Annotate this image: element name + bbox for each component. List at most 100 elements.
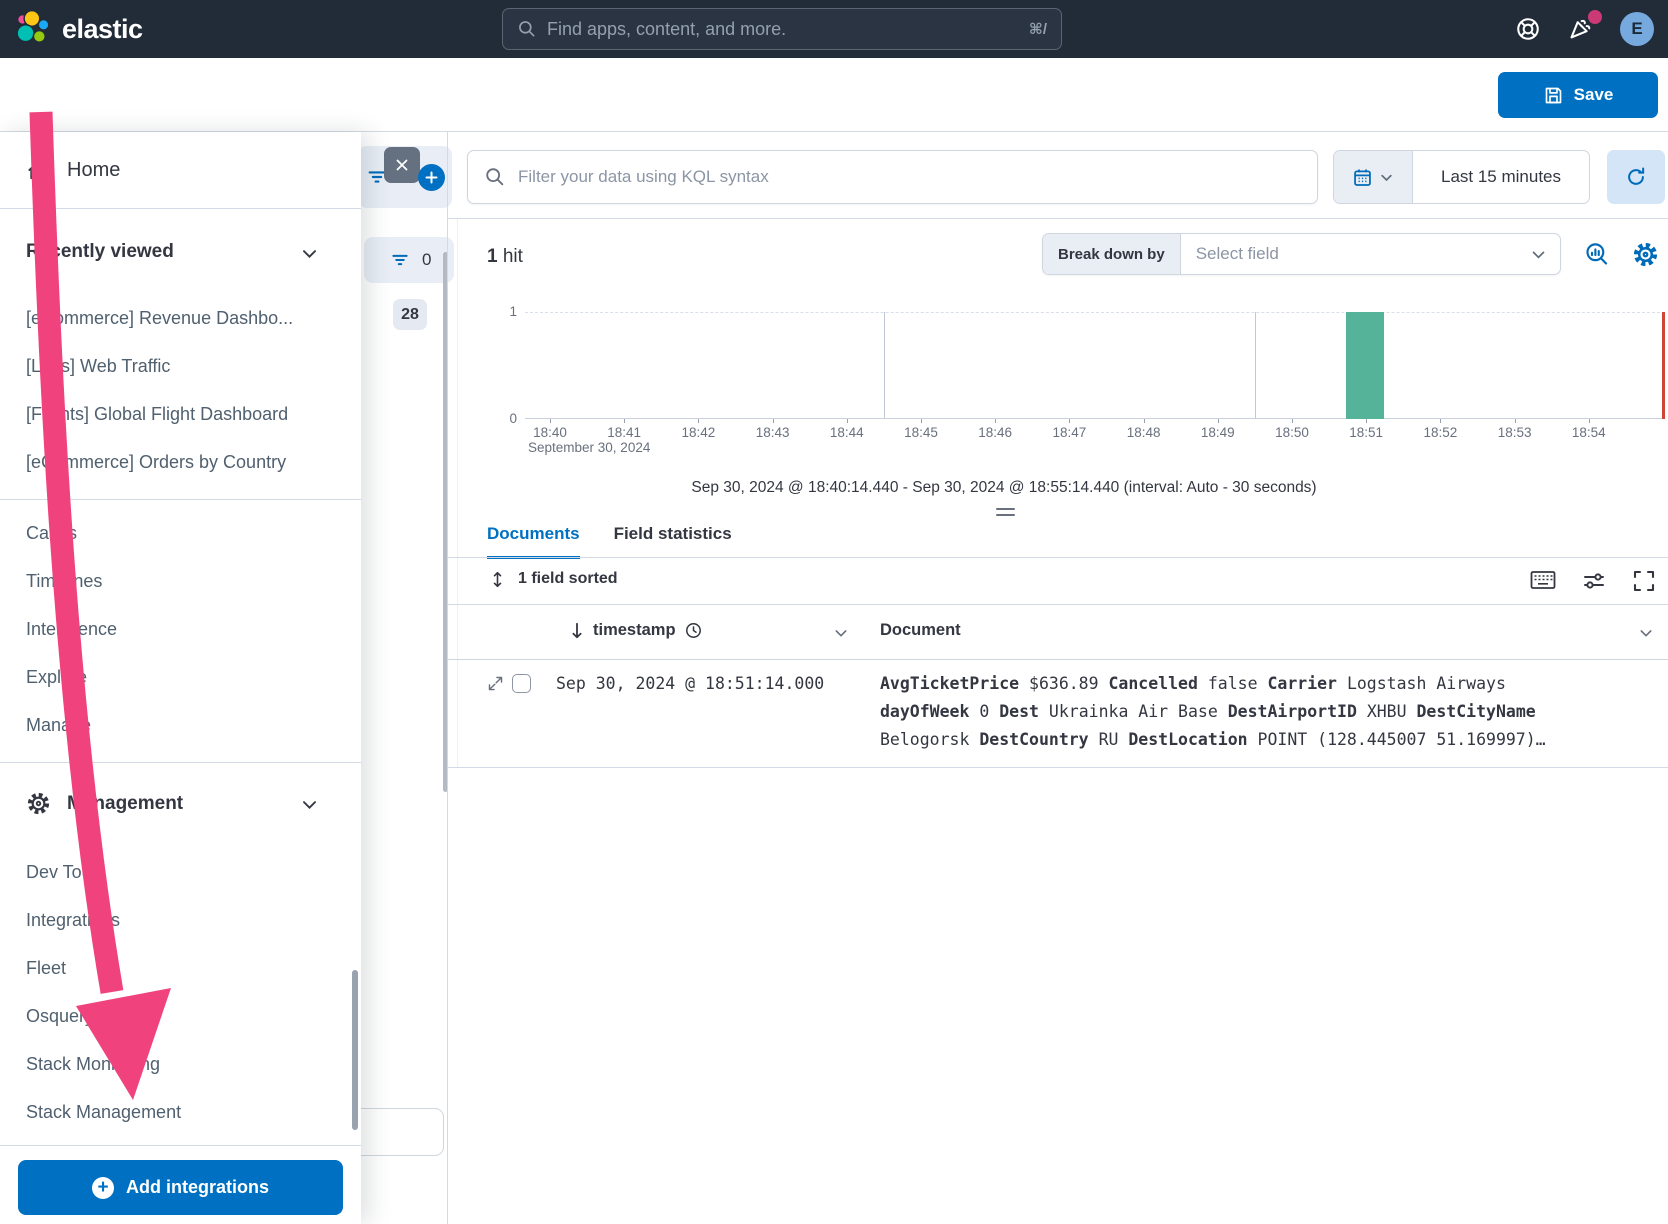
chart-options-gear-icon[interactable]	[1632, 241, 1659, 268]
sorted-fields-button[interactable]: 1 field sorted	[490, 570, 618, 588]
x-tick-label: 18:48	[1116, 425, 1172, 440]
management-item[interactable]: Fleet	[26, 944, 341, 992]
expand-document-icon[interactable]	[487, 675, 504, 692]
x-tick-label: 18:44	[819, 425, 875, 440]
timestamp-column-header[interactable]: timestamp	[569, 621, 703, 640]
management-item[interactable]: Stack Monitoring	[26, 1040, 341, 1088]
breakdown-control[interactable]: Break down by Select field	[1042, 233, 1561, 275]
x-tick-mark	[995, 419, 996, 423]
resize-handle[interactable]	[996, 508, 1015, 520]
kql-search-bar[interactable]	[467, 150, 1318, 204]
document-field: Carrier Logstash Airways	[1267, 674, 1505, 693]
column-menu-chevron-icon[interactable]	[833, 625, 849, 641]
chevron-down-icon[interactable]	[300, 795, 319, 814]
sidebar-nav-item[interactable]: Cases	[26, 509, 341, 557]
recently-viewed-item[interactable]: [eCommerce] Orders by Country	[26, 438, 341, 486]
sidebar-nav-item[interactable]: Intelligence	[26, 605, 341, 653]
x-tick-mark	[847, 419, 848, 423]
querybar-separator	[447, 218, 1668, 219]
field-filter-count-chip[interactable]: 0	[364, 237, 454, 283]
document-field: Cancelled false	[1109, 674, 1268, 693]
add-integrations-button[interactable]: + Add integrations	[18, 1160, 343, 1215]
chevron-down-icon[interactable]	[300, 244, 319, 263]
recently-viewed-item[interactable]: [eCommerce] Revenue Dashbo...	[26, 294, 341, 342]
results-tab[interactable]: Field statistics	[614, 524, 732, 559]
x-tick-mark	[1069, 419, 1070, 423]
clock-icon	[684, 621, 703, 640]
document-field: dayOfWeek 0	[880, 702, 999, 721]
brand-wordmark: elastic	[62, 14, 143, 45]
save-button[interactable]: Save	[1498, 72, 1658, 118]
keyboard-icon[interactable]	[1530, 569, 1556, 593]
management-heading[interactable]: Management	[26, 791, 183, 816]
kql-input[interactable]	[518, 167, 1301, 187]
results-tab[interactable]: Documents	[487, 524, 580, 559]
fullscreen-icon[interactable]	[1632, 569, 1656, 593]
recently-viewed-item[interactable]: [Logs] Web Traffic	[26, 342, 341, 390]
sidebar-item-home[interactable]: Home	[0, 132, 361, 209]
x-tick-label: 18:52	[1412, 425, 1468, 440]
breakdown-select[interactable]: Select field	[1181, 244, 1530, 264]
x-tick-label: 18:40	[522, 425, 578, 440]
histogram-plot[interactable]: 01	[525, 312, 1665, 419]
global-search-bar[interactable]: ⌘/	[502, 8, 1062, 50]
sidebar-nav-item[interactable]: Timelines	[26, 557, 341, 605]
column-menu-chevron-icon[interactable]	[1638, 625, 1654, 641]
management-item[interactable]: Osquery	[26, 992, 341, 1040]
document-column-header[interactable]: Document	[880, 621, 961, 640]
field-filter-count: 0	[422, 250, 431, 270]
x-tick-label: 18:47	[1041, 425, 1097, 440]
histogram-bar[interactable]	[1346, 312, 1383, 419]
save-icon	[1543, 85, 1564, 106]
x-tick-label: 18:43	[745, 425, 801, 440]
document-field: DestCountry RU	[979, 730, 1128, 749]
gridline-vertical	[884, 312, 885, 419]
plus-in-circle-icon: +	[92, 1177, 114, 1199]
home-icon	[26, 159, 49, 182]
sidebar-scrollbar[interactable]	[352, 970, 358, 1130]
breakdown-label: Break down by	[1043, 234, 1181, 274]
solutions-nav-list: CasesTimelinesIntelligenceExploreManage	[26, 509, 341, 749]
global-header: elastic ⌘/ E	[0, 0, 1668, 58]
recently-viewed-item[interactable]: [Flights] Global Flight Dashboard	[26, 390, 341, 438]
management-item[interactable]: Stack Management	[26, 1088, 341, 1136]
user-avatar[interactable]: E	[1620, 12, 1654, 46]
display-options-icon[interactable]	[1582, 569, 1606, 593]
table-row[interactable]: Sep 30, 2024 @ 18:51:14.000 AvgTicketPri…	[447, 660, 1668, 768]
document-field: DestLocation POINT (128.445007 51.169997…	[1128, 730, 1545, 749]
time-range-picker[interactable]: Last 15 minutes	[1333, 150, 1590, 204]
histogram-x-axis: 18:4018:4118:4218:4318:4418:4518:4618:47…	[525, 425, 1665, 441]
sidebar-nav-item[interactable]: Manage	[26, 701, 341, 749]
x-tick-mark	[1292, 419, 1293, 423]
document-field: DestAirportID XHBU	[1228, 702, 1417, 721]
field-panel-bottom-input[interactable]	[352, 1108, 444, 1156]
histogram-date-label: September 30, 2024	[528, 440, 650, 455]
explore-in-lens-icon[interactable]	[1583, 241, 1610, 268]
recently-viewed-list: [eCommerce] Revenue Dashbo...[Logs] Web …	[26, 294, 341, 486]
x-tick-label: 18:45	[893, 425, 949, 440]
time-interval-note: Sep 30, 2024 @ 18:40:14.440 - Sep 30, 20…	[447, 479, 1561, 497]
close-tooltip-button[interactable]	[384, 147, 420, 183]
x-tick-label: 18:41	[596, 425, 652, 440]
help-icon[interactable]	[1515, 16, 1541, 42]
hits-count: 1 hit	[487, 246, 523, 268]
sidebar-nav-item[interactable]: Explore	[26, 653, 341, 701]
x-tick-mark	[624, 419, 625, 423]
newsfeed-icon[interactable]	[1567, 16, 1594, 43]
document-field: AvgTicketPrice $636.89	[880, 674, 1109, 693]
management-item[interactable]: Integrations	[26, 896, 341, 944]
management-item[interactable]: Dev Tools	[26, 848, 341, 896]
recently-viewed-heading[interactable]: Recently viewed	[26, 241, 174, 263]
chevron-down-icon	[1530, 246, 1560, 263]
refresh-button[interactable]	[1607, 150, 1665, 204]
select-row-checkbox[interactable]	[512, 674, 531, 693]
discover-page: 0 28 Last 15 minutes 1 hit Break down by…	[0, 0, 1668, 1224]
time-range-value[interactable]: Last 15 minutes	[1413, 151, 1589, 203]
global-search-input[interactable]	[547, 19, 1019, 40]
x-tick-label: 18:50	[1264, 425, 1320, 440]
x-tick-label: 18:54	[1561, 425, 1617, 440]
management-list: Dev ToolsIntegrationsFleetOsqueryStack M…	[26, 848, 341, 1136]
calendar-section[interactable]	[1334, 151, 1413, 203]
add-filter-button[interactable]	[418, 164, 445, 191]
elastic-brand[interactable]: elastic	[14, 10, 143, 48]
